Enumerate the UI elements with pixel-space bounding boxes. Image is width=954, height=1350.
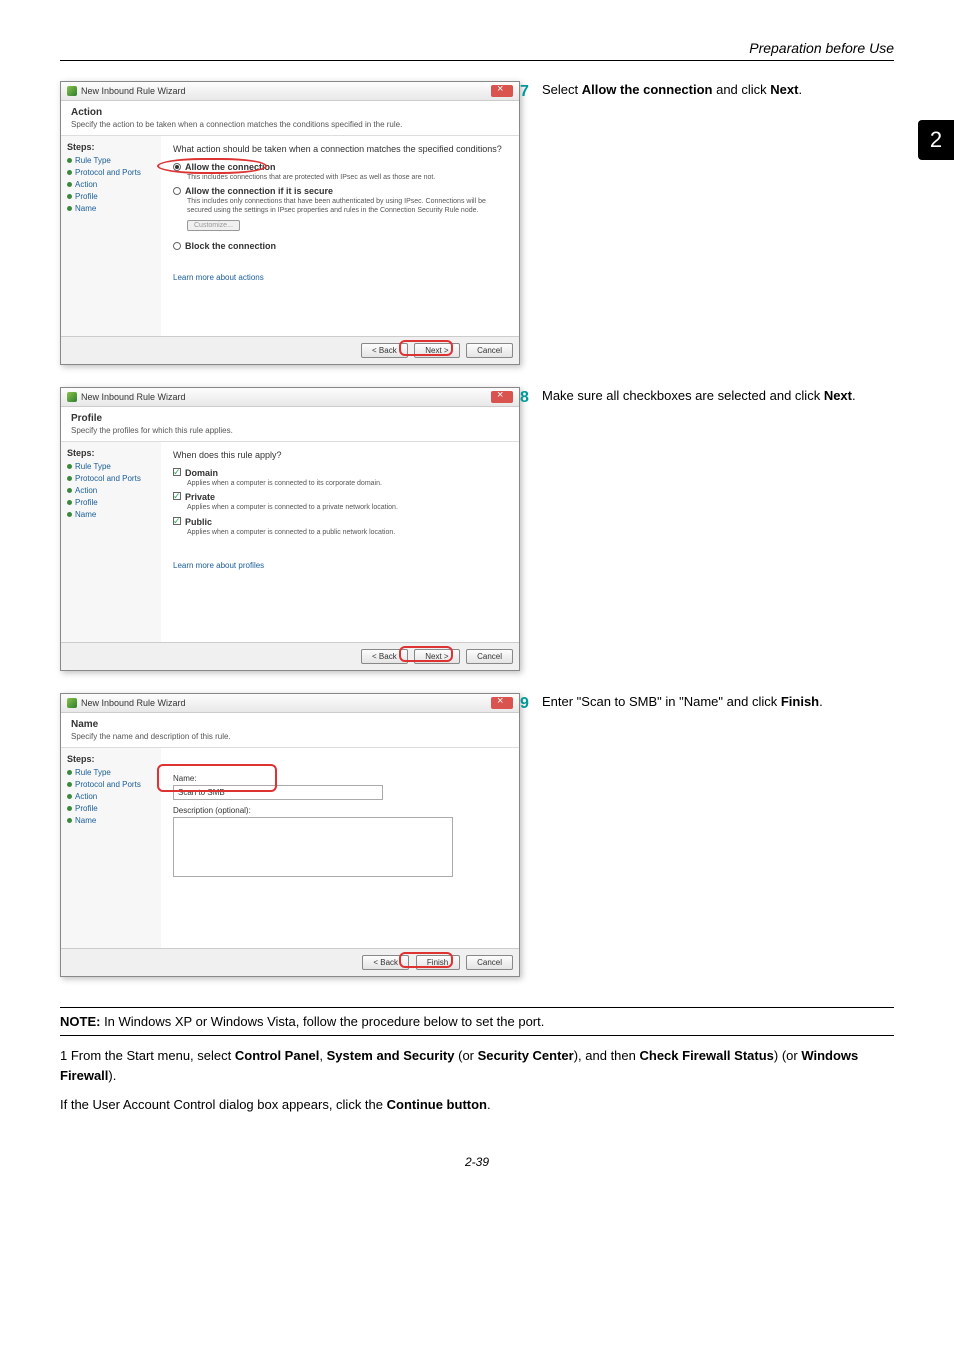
radio-icon xyxy=(173,187,181,195)
close-icon[interactable] xyxy=(491,697,513,709)
wizard-title-text: New Inbound Rule Wizard xyxy=(81,392,186,402)
close-icon[interactable] xyxy=(491,391,513,403)
shield-icon xyxy=(67,392,77,402)
cancel-button[interactable]: Cancel xyxy=(466,955,513,970)
learn-more-link[interactable]: Learn more about profiles xyxy=(173,561,264,570)
step-number: 9 xyxy=(520,693,542,715)
next-button[interactable]: Next > xyxy=(414,649,459,664)
steps-label: Steps: xyxy=(67,448,155,458)
checkbox-private[interactable]: Private xyxy=(173,492,507,502)
section-header: Preparation before Use xyxy=(60,40,894,56)
step-item[interactable]: Action xyxy=(67,180,155,189)
wizard-name: New Inbound Rule Wizard Name Specify the… xyxy=(60,693,520,977)
checkbox-desc: Applies when a computer is connected to … xyxy=(187,480,507,488)
wizard-profile: New Inbound Rule Wizard Profile Specify … xyxy=(60,387,520,671)
step-item[interactable]: Profile xyxy=(67,498,155,507)
back-button[interactable]: < Back xyxy=(361,649,408,664)
steps-label: Steps: xyxy=(67,142,155,152)
step-item[interactable]: Action xyxy=(67,486,155,495)
checkbox-domain[interactable]: Domain xyxy=(173,468,507,478)
step-item[interactable]: Rule Type xyxy=(67,768,155,777)
wizard-action: New Inbound Rule Wizard Action Specify t… xyxy=(60,81,520,365)
radio-allow[interactable]: Allow the connection xyxy=(173,162,507,172)
name-label: Name: xyxy=(173,774,507,783)
step-number: 7 xyxy=(520,81,542,103)
wizard-title-text: New Inbound Rule Wizard xyxy=(81,86,186,96)
shield-icon xyxy=(67,86,77,96)
panel-title: Action xyxy=(71,107,509,118)
step-text: Enter "Scan to SMB" in "Name" and click … xyxy=(542,693,894,715)
radio-icon xyxy=(173,242,181,250)
checkbox-icon xyxy=(173,517,181,525)
panel-title: Profile xyxy=(71,413,509,424)
step-item[interactable]: Action xyxy=(67,792,155,801)
back-button[interactable]: < Back xyxy=(361,343,408,358)
step-item[interactable]: Name xyxy=(67,510,155,519)
wizard-title-text: New Inbound Rule Wizard xyxy=(81,698,186,708)
page-number: 2-39 xyxy=(60,1155,894,1169)
step-item[interactable]: Rule Type xyxy=(67,156,155,165)
finish-button[interactable]: Finish xyxy=(416,955,460,970)
panel-title: Name xyxy=(71,719,509,730)
header-rule xyxy=(60,60,894,61)
question-text: When does this rule apply? xyxy=(173,450,507,460)
step-text: Make sure all checkboxes are selected an… xyxy=(542,387,894,409)
customize-button: Customize... xyxy=(187,220,240,231)
body-paragraph-2: If the User Account Control dialog box a… xyxy=(60,1095,894,1115)
learn-more-link[interactable]: Learn more about actions xyxy=(173,273,264,282)
body-paragraph-1: 1 From the Start menu, select Control Pa… xyxy=(60,1046,894,1085)
step-number: 8 xyxy=(520,387,542,409)
close-icon[interactable] xyxy=(491,85,513,97)
cancel-button[interactable]: Cancel xyxy=(466,343,513,358)
panel-subtitle: Specify the name and description of this… xyxy=(71,732,509,741)
cancel-button[interactable]: Cancel xyxy=(466,649,513,664)
radio-desc: This includes only connections that have… xyxy=(187,198,507,215)
checkbox-desc: Applies when a computer is connected to … xyxy=(187,504,507,512)
step-item[interactable]: Protocol and Ports xyxy=(67,168,155,177)
shield-icon xyxy=(67,698,77,708)
step-item[interactable]: Profile xyxy=(67,804,155,813)
steps-label: Steps: xyxy=(67,754,155,764)
step-item[interactable]: Profile xyxy=(67,192,155,201)
step-text: Select Allow the connection and click Ne… xyxy=(542,81,894,103)
radio-block[interactable]: Block the connection xyxy=(173,241,507,251)
step-item[interactable]: Name xyxy=(67,204,155,213)
step-item[interactable]: Protocol and Ports xyxy=(67,780,155,789)
step-item[interactable]: Name xyxy=(67,816,155,825)
name-input[interactable]: Scan to SMB xyxy=(173,785,383,800)
question-text: What action should be taken when a conne… xyxy=(173,144,507,154)
step-item[interactable]: Rule Type xyxy=(67,462,155,471)
radio-allow-secure[interactable]: Allow the connection if it is secure xyxy=(173,186,507,196)
wizard-titlebar: New Inbound Rule Wizard xyxy=(61,694,519,713)
panel-subtitle: Specify the action to be taken when a co… xyxy=(71,120,509,129)
chapter-tab: 2 xyxy=(918,120,954,160)
radio-desc: This includes connections that are prote… xyxy=(187,174,507,182)
panel-subtitle: Specify the profiles for which this rule… xyxy=(71,426,509,435)
description-label: Description (optional): xyxy=(173,806,507,815)
step-item[interactable]: Protocol and Ports xyxy=(67,474,155,483)
checkbox-public[interactable]: Public xyxy=(173,517,507,527)
radio-icon xyxy=(173,163,181,171)
checkbox-desc: Applies when a computer is connected to … xyxy=(187,529,507,537)
checkbox-icon xyxy=(173,468,181,476)
next-button[interactable]: Next > xyxy=(414,343,459,358)
back-button[interactable]: < Back xyxy=(362,955,409,970)
checkbox-icon xyxy=(173,492,181,500)
wizard-titlebar: New Inbound Rule Wizard xyxy=(61,82,519,101)
wizard-titlebar: New Inbound Rule Wizard xyxy=(61,388,519,407)
description-input[interactable] xyxy=(173,817,453,877)
note-block: NOTE: In Windows XP or Windows Vista, fo… xyxy=(60,1007,894,1036)
